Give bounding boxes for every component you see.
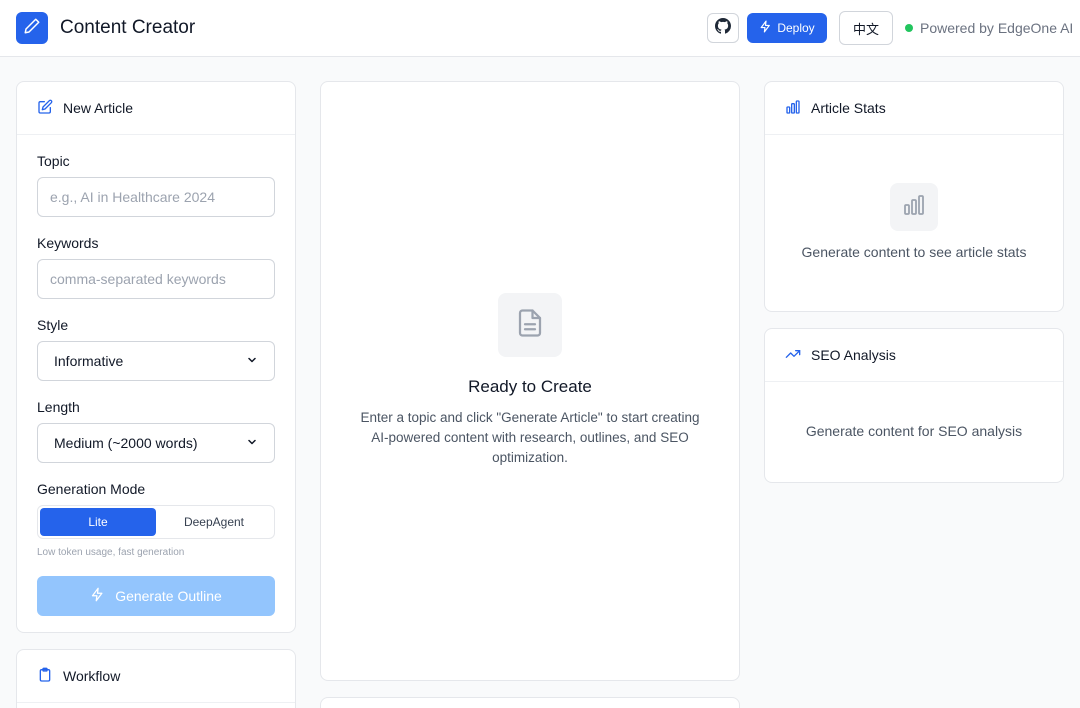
seo-analysis-card: SEO Analysis Generate content for SEO an… [764, 328, 1064, 483]
generate-outline-label: Generate Outline [115, 588, 222, 604]
empty-state-description: Enter a topic and click "Generate Articl… [360, 410, 700, 465]
length-label: Length [37, 399, 80, 415]
deploy-label: Deploy [777, 21, 815, 35]
new-article-card: New Article Topic Keywords Style Informa… [16, 81, 296, 633]
secondary-content-card [320, 697, 740, 708]
document-icon [515, 308, 545, 343]
generation-mode-toggle: Lite DeepAgent [37, 505, 275, 539]
seo-analysis-title: SEO Analysis [811, 347, 896, 363]
app-title: Content Creator [60, 17, 196, 38]
language-toggle-button[interactable]: 中文 [839, 11, 893, 45]
bar-chart-icon [785, 99, 801, 118]
length-select[interactable]: Medium (~2000 words) [37, 423, 275, 463]
app-logo [16, 12, 48, 44]
keywords-label: Keywords [37, 235, 99, 251]
workflow-header: Workflow [17, 650, 295, 703]
seo-empty-text: Generate content for SEO analysis [805, 423, 1023, 439]
app-header: Content Creator Deploy 中文 Powered by Edg… [0, 0, 1080, 57]
new-article-header: New Article [17, 82, 295, 135]
topic-label: Topic [37, 153, 70, 169]
keywords-input[interactable] [37, 259, 275, 299]
article-stats-title: Article Stats [811, 100, 886, 116]
powered-by: Powered by EdgeOne AI [905, 19, 1073, 37]
status-dot [905, 24, 913, 32]
mode-hint: Low token usage, fast generation [37, 547, 185, 558]
bar-chart-icon [902, 193, 926, 222]
github-icon [715, 17, 731, 39]
mode-deepagent-button[interactable]: DeepAgent [156, 508, 272, 536]
lightning-icon [90, 587, 105, 605]
seo-analysis-header: SEO Analysis [765, 329, 1063, 382]
stats-empty-icon-box [890, 183, 938, 231]
mode-label: Generation Mode [37, 481, 146, 497]
topic-input[interactable] [37, 177, 275, 217]
length-select-value: Medium (~2000 words) [54, 435, 198, 451]
powered-by-text: Powered by EdgeOne AI [920, 20, 1074, 36]
mode-lite-button[interactable]: Lite [40, 508, 156, 536]
workflow-card: Workflow [16, 649, 296, 708]
pencil-icon [23, 17, 41, 40]
empty-state-title: Ready to Create [468, 377, 592, 396]
style-select[interactable]: Informative [37, 341, 275, 381]
article-stats-card: Article Stats Generate content to see ar… [764, 81, 1064, 312]
main-content-card: Ready to Create Enter a topic and click … [320, 81, 740, 681]
chevron-down-icon [246, 353, 258, 369]
clipboard-icon [37, 667, 53, 686]
empty-state-icon-box [498, 293, 562, 357]
lightning-icon [759, 20, 772, 36]
style-label: Style [37, 317, 69, 333]
workflow-title: Workflow [63, 668, 121, 684]
stats-empty-text: Generate content to see article stats [801, 244, 1027, 260]
generate-outline-button[interactable]: Generate Outline [37, 576, 275, 616]
github-button[interactable] [707, 13, 739, 43]
deploy-button[interactable]: Deploy [747, 13, 827, 43]
chevron-down-icon [246, 435, 258, 451]
trending-up-icon [785, 346, 801, 365]
edit-icon [37, 99, 53, 118]
new-article-title: New Article [63, 100, 134, 116]
article-stats-header: Article Stats [765, 82, 1063, 135]
style-select-value: Informative [54, 353, 124, 369]
